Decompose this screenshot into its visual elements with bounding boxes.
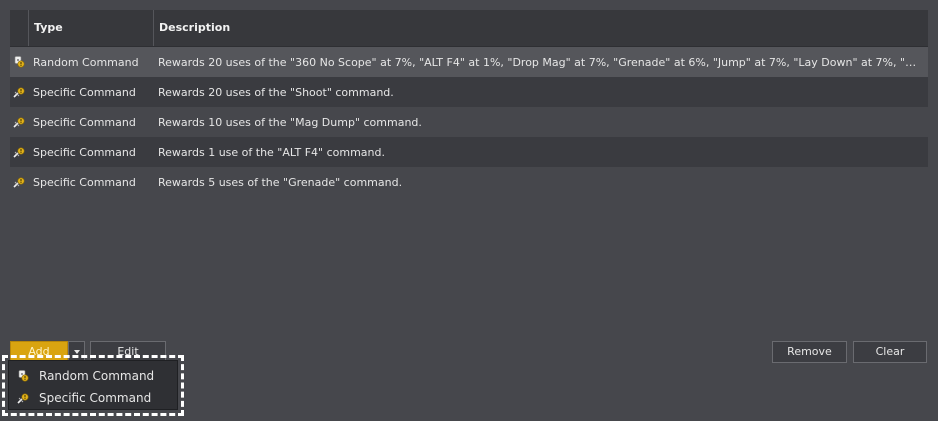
row-type: Random Command [33, 55, 139, 69]
header-type[interactable]: Type [28, 10, 153, 46]
table-row[interactable]: Specific Command Rewards 1 use of the "A… [10, 137, 928, 167]
table-row[interactable]: Specific Command Rewards 5 uses of the "… [10, 167, 928, 197]
remove-button[interactable]: Remove [772, 341, 847, 363]
specific-command-icon [10, 176, 28, 188]
add-menu: Random Command Specific Command [8, 360, 178, 410]
header-description[interactable]: Description [153, 10, 928, 46]
rewards-table: Type Description Random Command Rewards … [10, 10, 928, 332]
table-row[interactable]: Random Command Rewards 20 uses of the "3… [10, 47, 928, 77]
specific-command-icon [17, 392, 29, 404]
row-description: Rewards 20 uses of the "360 No Scope" at… [158, 55, 928, 69]
table-row[interactable]: Specific Command Rewards 10 uses of the … [10, 107, 928, 137]
random-command-icon [10, 56, 28, 68]
header-icon-column [10, 10, 28, 46]
row-type: Specific Command [33, 115, 136, 129]
add-menu-item-label: Specific Command [39, 391, 152, 405]
add-menu-item-specific-command[interactable]: Specific Command [9, 387, 177, 409]
row-description: Rewards 1 use of the "ALT F4" command. [158, 145, 385, 159]
row-description: Rewards 20 uses of the "Shoot" command. [158, 85, 394, 99]
table-header: Type Description [10, 10, 928, 47]
clear-button[interactable]: Clear [853, 341, 927, 363]
row-type: Specific Command [33, 175, 136, 189]
row-description: Rewards 5 uses of the "Grenade" command. [158, 175, 403, 189]
row-type: Specific Command [33, 145, 136, 159]
specific-command-icon [10, 116, 28, 128]
row-description: Rewards 10 uses of the "Mag Dump" comman… [158, 115, 422, 129]
chevron-down-icon [73, 350, 80, 354]
rewards-panel: Type Description Random Command Rewards … [0, 0, 938, 421]
add-menu-item-random-command[interactable]: Random Command [9, 365, 177, 387]
random-command-icon [17, 370, 29, 382]
specific-command-icon [10, 146, 28, 158]
add-menu-item-label: Random Command [39, 369, 155, 383]
specific-command-icon [10, 86, 28, 98]
row-type: Specific Command [33, 85, 136, 99]
table-row[interactable]: Specific Command Rewards 20 uses of the … [10, 77, 928, 107]
